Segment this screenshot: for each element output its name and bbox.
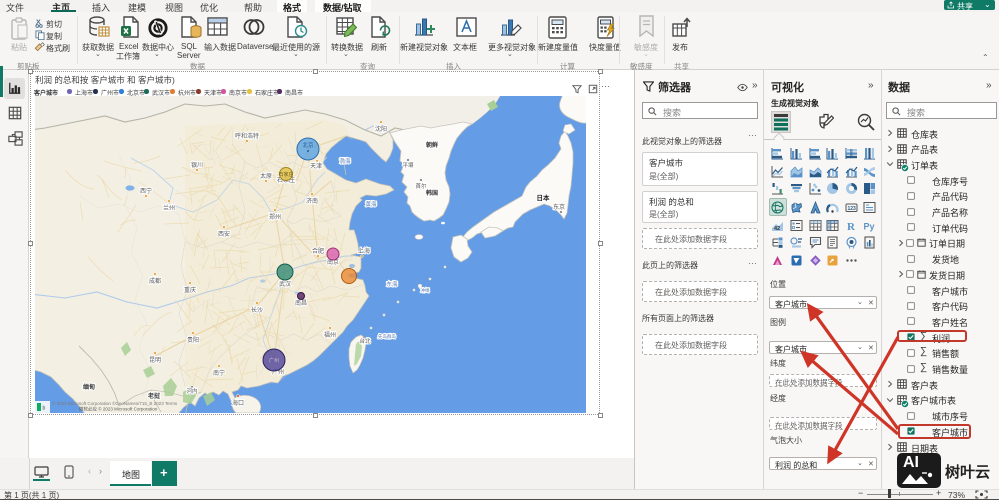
svg-text:朝鲜: 朝鲜	[426, 141, 438, 149]
svg-text:渤海: 渤海	[339, 157, 351, 165]
svg-text:首尔: 首尔	[415, 182, 427, 190]
svg-text:郑州: 郑州	[269, 213, 281, 221]
svg-text:微软必应 © 2023 Microsoft Corporat: 微软必应 © 2023 Microsoft Corporation	[79, 406, 158, 413]
svg-text:南宁: 南宁	[213, 369, 225, 377]
svg-text:上海: 上海	[358, 247, 370, 255]
svg-text:成都: 成都	[149, 277, 161, 285]
svg-text:老挝: 老挝	[147, 392, 161, 400]
svg-text:缅甸: 缅甸	[83, 383, 95, 391]
svg-text:韩国: 韩国	[426, 189, 438, 197]
svg-text:沈阳: 沈阳	[375, 125, 387, 133]
svg-text:西宁: 西宁	[140, 187, 152, 195]
svg-text:Py: Py	[863, 221, 874, 231]
svg-text:太原: 太原	[260, 172, 272, 180]
svg-text:东海: 东海	[386, 280, 398, 288]
svg-text:黄海: 黄海	[365, 200, 377, 208]
svg-text:42: 42	[774, 226, 780, 232]
svg-text:b: b	[43, 406, 46, 412]
svg-text:北京: 北京	[302, 141, 314, 149]
svg-text:贵阳: 贵阳	[187, 336, 199, 344]
svg-text:天津: 天津	[310, 163, 322, 170]
svg-text:河内: 河内	[186, 387, 197, 395]
svg-text:R: R	[847, 221, 856, 232]
svg-text:南昌: 南昌	[295, 299, 307, 307]
svg-text:呼和浩特: 呼和浩特	[235, 132, 259, 140]
svg-text:长沙: 长沙	[251, 306, 263, 314]
svg-text:昆明: 昆明	[149, 357, 161, 364]
svg-text:石家庄: 石家庄	[278, 171, 293, 178]
svg-text:兰州: 兰州	[163, 204, 175, 212]
svg-text:123: 123	[847, 206, 856, 212]
svg-text:福州: 福州	[324, 331, 336, 339]
svg-text:海口: 海口	[232, 399, 244, 407]
svg-text:© 2023 Microsoft Corporation: © 2023 Microsoft Corporation ©GeoNames/7…	[52, 400, 178, 406]
svg-text:先岛群岛: 先岛群岛	[378, 333, 396, 340]
svg-text:重庆: 重庆	[184, 286, 196, 294]
svg-text:合肥: 合肥	[312, 247, 324, 255]
svg-text:平壤: 平壤	[402, 161, 414, 169]
svg-text:济南: 济南	[306, 197, 318, 205]
svg-text:东京: 东京	[553, 203, 565, 211]
svg-text:冲绳: 冲绳	[421, 287, 430, 294]
svg-text:日本: 日本	[537, 193, 551, 202]
svg-text:西安: 西安	[218, 230, 230, 238]
svg-text:银川: 银川	[191, 161, 203, 169]
svg-text:武汉: 武汉	[279, 280, 291, 288]
svg-text:台北: 台北	[359, 337, 371, 345]
svg-text:广州: 广州	[269, 357, 279, 364]
